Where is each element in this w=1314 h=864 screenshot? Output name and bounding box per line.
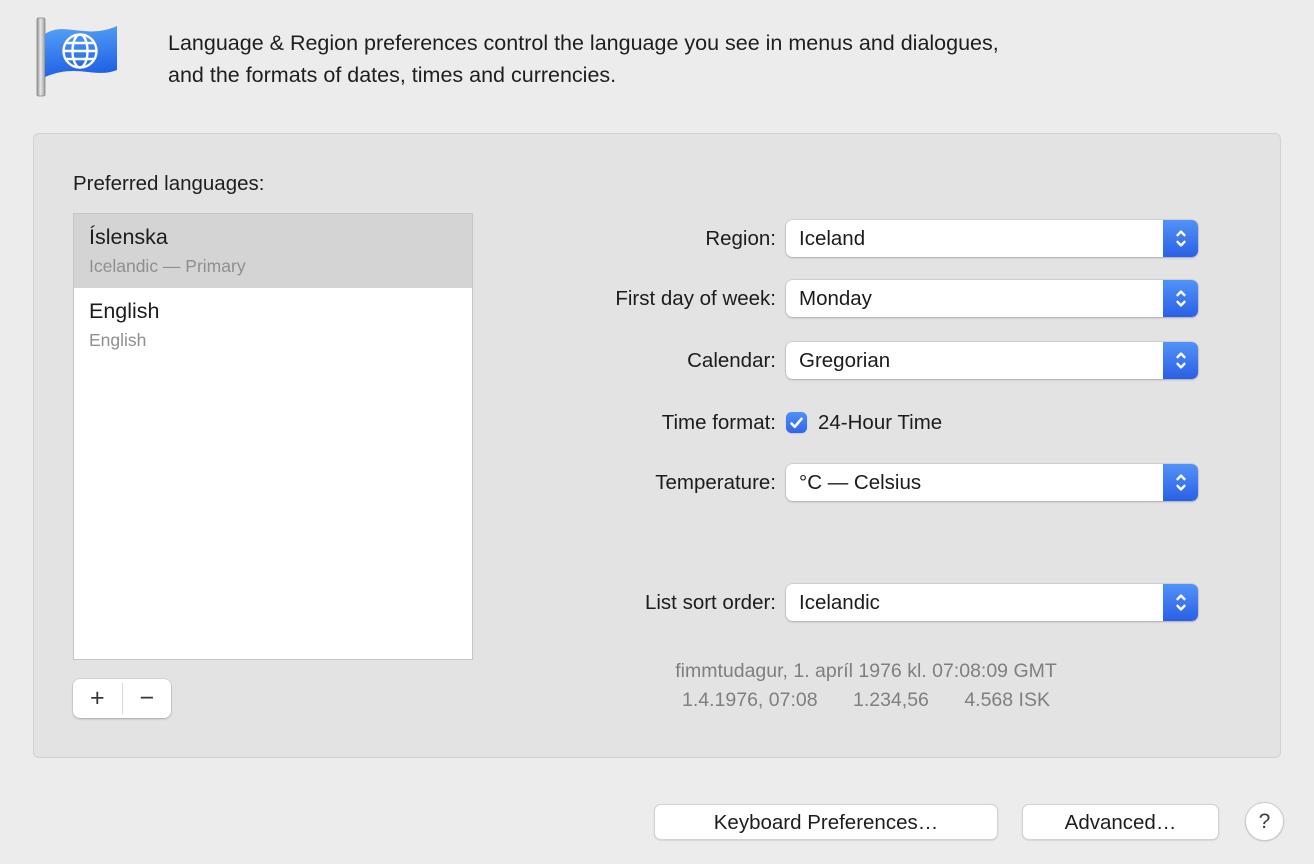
preview-currency: 4.568 ISK [964,689,1050,711]
24-hour-time-checkbox[interactable] [786,412,807,433]
preferred-languages-label: Preferred languages: [73,172,264,196]
first-day-of-week-select[interactable]: Monday [786,280,1198,317]
preview-number: 1.234,56 [853,689,929,711]
region-value: Iceland [799,220,865,257]
preview-date-line: fimmtudagur, 1. apríl 1976 kl. 07:08:09 … [494,657,1238,686]
add-remove-language-control: + − [73,679,171,718]
temperature-label: Temperature: [34,464,776,501]
list-sort-order-select[interactable]: Icelandic [786,584,1198,621]
temperature-select[interactable]: °C — Celsius [786,464,1198,501]
language-region-flag-icon [30,13,122,101]
up-down-chevrons-icon [1163,280,1198,317]
advanced-button[interactable]: Advanced… [1022,804,1219,840]
region-label: Region: [34,220,776,257]
description-line-1: Language & Region preferences control th… [168,31,999,55]
calendar-row: Calendar: Gregorian [34,342,1280,379]
preview-short-datetime: 1.4.1976, 07:08 [682,689,818,711]
format-preview: fimmtudagur, 1. apríl 1976 kl. 07:08:09 … [494,657,1238,715]
first-day-of-week-label: First day of week: [34,280,776,317]
checkmark-icon [789,416,804,430]
temperature-value: °C — Celsius [799,464,921,501]
preview-formats-line: 1.4.1976, 07:08 1.234,56 4.568 ISK [494,686,1238,715]
up-down-chevrons-icon [1163,464,1198,501]
time-format-row: Time format: 24-Hour Time [34,404,1280,441]
first-day-of-week-row: First day of week: Monday [34,280,1280,317]
up-down-chevrons-icon [1163,584,1198,621]
region-select[interactable]: Iceland [786,220,1198,257]
add-language-button[interactable]: + [73,679,122,718]
preferences-panel: Preferred languages: Íslenska Icelandic … [33,133,1281,758]
time-format-label: Time format: [34,404,776,441]
region-row: Region: Iceland [34,220,1280,257]
description-line-2: and the formats of dates, times and curr… [168,63,616,87]
calendar-value: Gregorian [799,342,890,379]
flag-pole [37,18,45,96]
language-subtitle: Icelandic — Primary [89,254,457,278]
up-down-chevrons-icon [1163,342,1198,379]
first-day-of-week-value: Monday [799,280,872,317]
list-sort-order-row: List sort order: Icelandic [34,584,1280,621]
list-sort-order-value: Icelandic [799,584,880,621]
calendar-select[interactable]: Gregorian [786,342,1198,379]
24-hour-time-checkbox-label[interactable]: 24-Hour Time [818,404,942,441]
temperature-row: Temperature: °C — Celsius [34,464,1280,501]
calendar-label: Calendar: [34,342,776,379]
up-down-chevrons-icon [1163,220,1198,257]
preferences-description: Language & Region preferences control th… [168,27,999,91]
list-sort-order-label: List sort order: [34,584,776,621]
keyboard-preferences-button[interactable]: Keyboard Preferences… [654,804,998,840]
remove-language-button[interactable]: − [123,679,172,718]
language-region-preferences-window: Language & Region preferences control th… [0,0,1314,864]
help-button[interactable]: ? [1245,802,1284,841]
